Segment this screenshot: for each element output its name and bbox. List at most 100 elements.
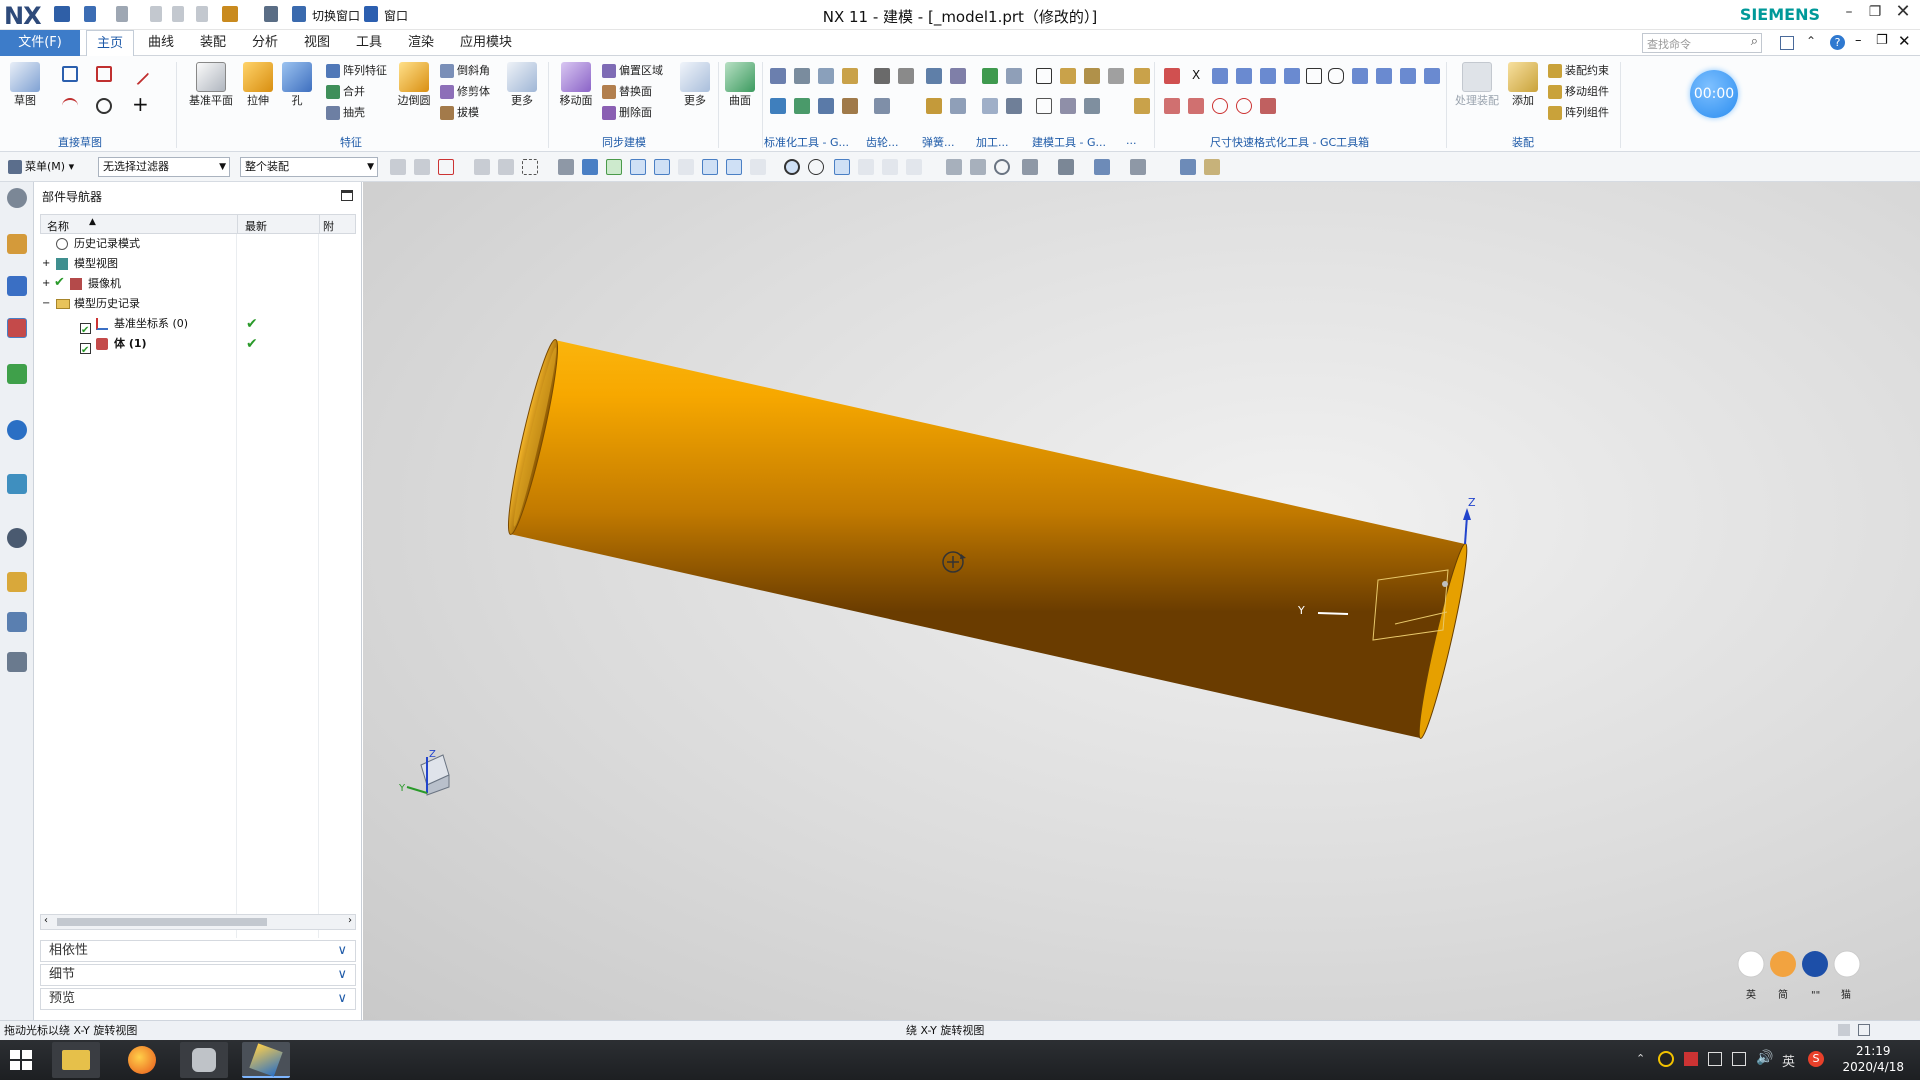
- column-more[interactable]: 附: [323, 218, 334, 234]
- extrude-button[interactable]: 拉伸: [240, 62, 276, 108]
- model-canvas[interactable]: Z Y Z Y 英 简 "" 猫: [363, 182, 1920, 1020]
- surface-button[interactable]: 曲面: [724, 62, 756, 108]
- panel-dependencies[interactable]: 相依性 ∨: [40, 940, 356, 962]
- snap-icon-6[interactable]: [726, 159, 742, 175]
- close-button[interactable]: ✕: [1892, 1, 1914, 22]
- expand-icon[interactable]: +: [42, 254, 50, 274]
- tab-curve[interactable]: 曲线: [138, 30, 184, 56]
- offset-region-button[interactable]: 偏置区域: [602, 62, 663, 80]
- ime-skin[interactable]: 猫: [1841, 988, 1851, 1001]
- tree-row-model-history[interactable]: − 模型历史记录: [40, 294, 356, 314]
- view-orientation-icon[interactable]: [1022, 159, 1038, 175]
- point-icon[interactable]: +: [132, 92, 149, 116]
- hole-button[interactable]: 孔: [282, 62, 312, 108]
- tab-tools[interactable]: 工具: [346, 30, 392, 56]
- window-menu-button[interactable]: 窗口: [384, 7, 408, 24]
- process-studio-icon[interactable]: [7, 572, 27, 592]
- spring-tool-2-icon[interactable]: [950, 68, 966, 84]
- visibility-checkbox[interactable]: ✔: [80, 342, 91, 356]
- save-icon[interactable]: [54, 6, 70, 22]
- ime-simplified[interactable]: 简: [1778, 988, 1788, 1001]
- unite-button[interactable]: 合并: [326, 83, 365, 101]
- help-icon[interactable]: ?: [1830, 35, 1845, 50]
- assembly-process-button[interactable]: 处理装配: [1452, 62, 1502, 108]
- ime-lang[interactable]: 英: [1746, 988, 1756, 1001]
- snap-quadrant-icon[interactable]: [808, 159, 824, 175]
- constraint-navigator-icon[interactable]: [7, 276, 27, 296]
- tab-render[interactable]: 渲染: [398, 30, 444, 56]
- dim-format-3-icon[interactable]: [1236, 68, 1252, 84]
- collapse-icon[interactable]: −: [42, 294, 50, 314]
- dim-tool-1-icon[interactable]: [1134, 68, 1150, 84]
- view-triad[interactable]: Z Y: [398, 749, 450, 796]
- snap-icon-7[interactable]: [750, 159, 766, 175]
- column-divider[interactable]: [237, 215, 238, 233]
- snap-icon-2[interactable]: [630, 159, 646, 175]
- machining-tool-3-icon[interactable]: [982, 98, 998, 114]
- move-face-button[interactable]: 移动面: [556, 62, 596, 108]
- delete-face-button[interactable]: 删除面: [602, 104, 652, 122]
- redo-icon[interactable]: [116, 6, 128, 22]
- modeling-tool-5-icon[interactable]: [1036, 98, 1052, 114]
- sync-more-button[interactable]: 更多: [680, 62, 710, 108]
- search-icon[interactable]: ⌕: [1751, 34, 1758, 49]
- render-style-icon[interactable]: [1058, 159, 1074, 175]
- command-search[interactable]: 查找命令 ⌕: [1642, 33, 1762, 53]
- restore-button[interactable]: ❐: [1864, 4, 1886, 24]
- feature-more-button[interactable]: 更多: [506, 62, 538, 108]
- move-component-button[interactable]: 移动组件: [1548, 83, 1609, 101]
- section-icon[interactable]: [1130, 159, 1146, 175]
- ime-toolbar[interactable]: 英 简 "" 猫: [1737, 950, 1861, 1001]
- std-tool-5-icon[interactable]: [770, 98, 786, 114]
- status-icon-1[interactable]: [1838, 1024, 1850, 1036]
- circle-icon[interactable]: [96, 98, 112, 114]
- snap-icon-9[interactable]: [882, 159, 898, 175]
- std-tool-2-icon[interactable]: [794, 68, 810, 84]
- column-name[interactable]: 名称: [47, 218, 69, 234]
- web-browser-icon[interactable]: [7, 474, 27, 494]
- tab-home[interactable]: 主页: [86, 30, 135, 56]
- dim-format-8-icon[interactable]: [1352, 68, 1368, 84]
- graphics-window[interactable]: Z Y Z Y 英 简 "" 猫: [363, 182, 1920, 1020]
- status-icon-2[interactable]: [1858, 1024, 1870, 1036]
- std-tool-3-icon[interactable]: [818, 68, 834, 84]
- toolbar-icon-4[interactable]: [474, 159, 490, 175]
- assembly-navigator-icon[interactable]: [7, 234, 27, 254]
- spring-tool-4-icon[interactable]: [950, 98, 966, 114]
- sort-ascending-icon[interactable]: ▲: [89, 217, 96, 227]
- dim-format-2-icon[interactable]: [1212, 68, 1228, 84]
- network-icon[interactable]: [1732, 1052, 1746, 1066]
- rectangle-icon[interactable]: [96, 66, 112, 82]
- dim-format-10-icon[interactable]: [1400, 68, 1416, 84]
- paste-icon[interactable]: [196, 6, 208, 22]
- dim-format-6-icon[interactable]: [1306, 68, 1322, 84]
- tab-assembly[interactable]: 装配: [190, 30, 236, 56]
- security-icon[interactable]: [1684, 1052, 1698, 1066]
- qq-icon[interactable]: [1658, 1051, 1674, 1067]
- replace-face-button[interactable]: 替换面: [602, 83, 652, 101]
- zoom-icon[interactable]: [970, 159, 986, 175]
- dim-format-7-icon[interactable]: [1328, 68, 1344, 84]
- doc-close-icon[interactable]: ✕: [1898, 32, 1911, 50]
- dim-format-13-icon[interactable]: [1188, 98, 1204, 114]
- snap-icon-5[interactable]: [702, 159, 718, 175]
- ribbon-options-icon[interactable]: [1780, 36, 1794, 50]
- doc-restore-icon[interactable]: ❐: [1876, 33, 1888, 48]
- display-icon[interactable]: [1094, 159, 1110, 175]
- sketch-button[interactable]: 草图: [10, 62, 40, 108]
- std-tool-8-icon[interactable]: [842, 98, 858, 114]
- modeling-tool-6-icon[interactable]: [1060, 98, 1076, 114]
- collapse-ribbon-icon[interactable]: ⌃: [1806, 34, 1816, 48]
- selection-scope-select[interactable]: 整个装配 ▼: [240, 157, 378, 177]
- snap-icon-1[interactable]: [606, 159, 622, 175]
- dim-format-15-icon[interactable]: [1236, 98, 1252, 114]
- tab-analysis[interactable]: 分析: [242, 30, 288, 56]
- dim-format-14-icon[interactable]: [1212, 98, 1228, 114]
- switch-window-button[interactable]: 切换窗口: [312, 7, 360, 24]
- windows-start-icon[interactable]: [10, 1050, 32, 1070]
- modeling-tool-4-icon[interactable]: [1108, 68, 1124, 84]
- modeling-tool-2-icon[interactable]: [1060, 68, 1076, 84]
- system-scene-icon[interactable]: [7, 652, 27, 672]
- horizontal-scrollbar[interactable]: ‹ ›: [40, 914, 356, 930]
- nx-taskbar-icon[interactable]: [242, 1042, 290, 1078]
